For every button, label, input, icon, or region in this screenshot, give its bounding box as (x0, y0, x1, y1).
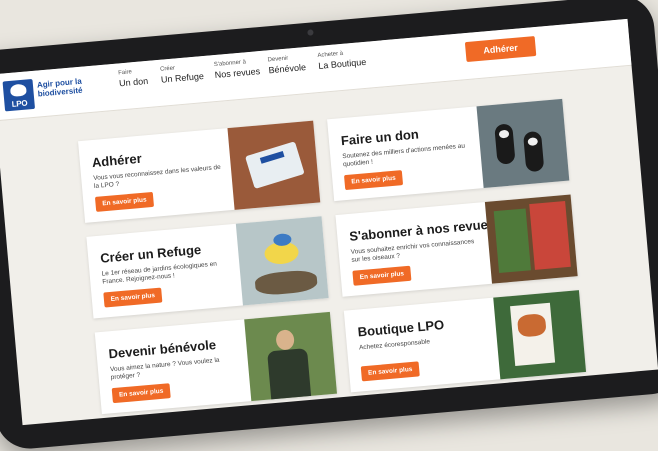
card-revues: S'abonner à nos revues Vous souhaitez en… (335, 194, 578, 297)
learn-more-button[interactable]: En savoir plus (360, 361, 420, 382)
card-adherer: Adhérer Vous vous reconnaissez dans les … (78, 120, 321, 223)
card-benevole: Devenir bénévole Vous aimez la nature ? … (94, 311, 338, 415)
nav-item-label: La Boutique (317, 56, 367, 71)
camera-icon (307, 29, 314, 36)
volunteer-photo (244, 311, 338, 402)
tablet-device: LPO Agir pour la biodiversité Faire Un d… (0, 0, 658, 451)
card-title: Boutique LPO (357, 317, 445, 340)
nav-item-label: Un don (118, 75, 149, 89)
nav-item-label: Bénévole (268, 62, 307, 76)
blue-tit-photo (235, 216, 329, 306)
card-don: Faire un don Soutenez des milliers d'act… (327, 98, 570, 202)
card-boutique: Boutique LPO Achetez écoresponsable En s… (343, 290, 587, 393)
card-title: Créer un Refuge (99, 241, 202, 266)
learn-more-button[interactable]: En savoir plus (111, 383, 171, 404)
nav-item-revues[interactable]: S'abonner à Nos revues (214, 58, 261, 80)
magazines-photo (484, 194, 578, 284)
nav-item-label: Nos revues (214, 66, 261, 81)
logo-text: LPO (11, 98, 28, 109)
nav-item-benevole[interactable]: Devenir Bénévole (267, 54, 307, 76)
lpo-logo[interactable]: LPO (2, 78, 36, 112)
website-screen: LPO Agir pour la biodiversité Faire Un d… (0, 18, 658, 426)
card-title: Faire un don (340, 126, 420, 149)
card-title: Adhérer (91, 150, 143, 171)
shop-photo (493, 290, 587, 380)
learn-more-button[interactable]: En savoir plus (352, 265, 412, 286)
learn-more-button[interactable]: En savoir plus (94, 191, 155, 212)
nav-item-label: Un Refuge (160, 71, 205, 85)
nav-item-small: Faire (118, 69, 133, 77)
bird-icon (9, 83, 27, 97)
adherer-button[interactable]: Adhérer (464, 36, 537, 63)
nav-item-don[interactable]: Faire Un don (118, 68, 148, 88)
learn-more-button[interactable]: En savoir plus (103, 287, 163, 308)
membership-card-photo (227, 120, 321, 210)
nav-item-boutique[interactable]: Acheter à La Boutique (317, 49, 366, 71)
learn-more-button[interactable]: En savoir plus (343, 170, 404, 191)
card-refuge: Créer un Refuge Le 1er réseau de jardins… (86, 216, 329, 319)
nav-item-refuge[interactable]: Créer Un Refuge (160, 63, 205, 85)
puffins-photo (476, 98, 570, 189)
logo-tagline: Agir pour la biodiversité (36, 76, 83, 99)
